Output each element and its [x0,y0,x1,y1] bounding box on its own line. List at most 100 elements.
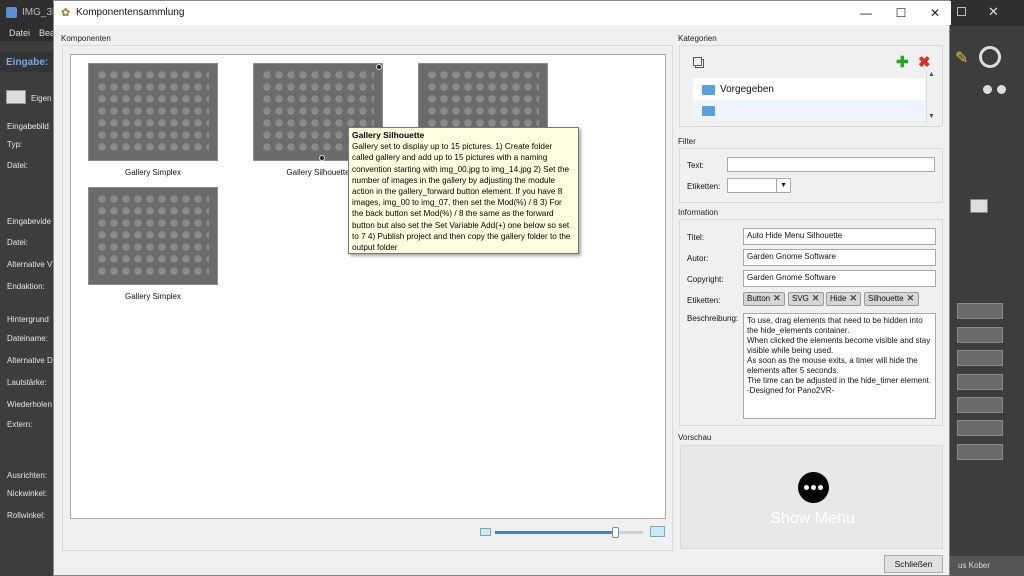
close-button[interactable]: Schließen [884,555,943,573]
bg-label: Alternative V [7,260,53,269]
author-label: Autor: [687,254,709,263]
bg-label: Hintergrund [7,315,49,324]
bg-label: Wiederholen [7,400,52,409]
tag-label: Silhouette [868,294,904,303]
copyright-field[interactable]: Garden Gnome Software [743,270,936,287]
description-label: Beschreibung: [687,314,739,323]
folder-button[interactable] [970,199,988,213]
zoom-slider-fill [495,531,615,534]
tooltip-title: Gallery Silhouette [352,130,425,140]
tag-chip[interactable]: Button ✕ [743,292,786,306]
bg-label: Rollwinkel: [7,511,46,520]
copy-category-icon[interactable] [693,57,702,66]
app-logo-icon: ✿ [61,7,71,19]
bg-button[interactable] [957,374,1003,390]
background-footer: us Kober [950,556,1024,576]
bg-label: Extern: [7,420,33,429]
filter-tags-select[interactable]: ▼ [727,178,791,193]
refresh-icon[interactable] [983,85,992,94]
tag-chip[interactable]: SVG ✕ [788,292,824,306]
title-label: Titel: [687,233,705,242]
bg-label: Nickwinkel: [7,489,48,498]
background-section-title: Eingabe: [6,57,49,68]
bg-label: Datei: [7,161,28,170]
dialog-titlebar[interactable]: ✿ Komponentensammlung — ☐ ✕ [54,1,951,25]
close-circle-icon[interactable] [997,85,1006,94]
information-label: Information [678,208,719,217]
bg-label: Typ: [7,140,23,149]
preview-label: Vorschau [678,433,712,442]
remove-tag-icon[interactable]: ✕ [773,294,781,303]
tag-label: Hide [830,294,847,303]
folder-icon [702,106,715,116]
background-right-panel [950,26,1024,576]
maximize-button[interactable]: ☐ [889,4,913,22]
chevron-down-icon[interactable]: ▼ [776,179,790,192]
properties-icon [6,90,26,104]
author-field[interactable]: Garden Gnome Software [743,249,936,266]
remove-tag-icon[interactable]: ✕ [907,294,915,303]
bg-button[interactable] [957,444,1003,460]
bg-button[interactable] [957,327,1003,343]
minimize-button[interactable]: — [854,4,878,22]
remove-category-icon[interactable]: ✖ [918,53,931,71]
close-window-button[interactable]: ✕ [923,4,947,22]
bg-button[interactable] [957,397,1003,413]
categories-scrollbar[interactable]: ▲ ▼ [926,71,936,123]
component-thumbnail[interactable] [88,63,218,161]
preview-panel: Show Menu [680,445,943,549]
scroll-down-icon[interactable]: ▼ [928,113,935,120]
components-label: Komponenten [61,34,111,43]
zoom-slider[interactable] [495,527,643,538]
description-textarea[interactable]: To use, drag elements that need to be hi… [743,313,936,419]
component-caption: Gallery Simplex [124,168,181,177]
bg-button[interactable] [957,420,1003,436]
component-collection-dialog: ✿ Komponentensammlung — ☐ ✕ Komponenten … [53,0,951,576]
bg-button[interactable] [957,303,1003,319]
pen-icon[interactable]: ✎ [955,48,968,68]
tag-label: SVG [792,294,809,303]
description-line: When clicked the elements become visible… [747,336,931,355]
info-tags-label: Etiketten: [687,296,721,305]
categories-label: Kategorien [678,34,717,43]
menu-dots-icon [798,472,829,503]
components-list[interactable]: Gallery Simplex Gallery Silhouette Galle… [70,54,666,519]
bg-label: Lautstärke: [7,378,47,387]
tag-chip[interactable]: Silhouette ✕ [864,292,919,306]
bg-label: Ausrichten: [7,471,48,480]
zoom-slider-handle[interactable] [611,527,619,538]
menu-datei[interactable]: Datei [9,28,30,38]
tag-label: Button [747,294,771,303]
bg-label: Endaktion: [7,282,45,291]
component-tooltip: Gallery Silhouette Gallery set to displa… [348,127,579,254]
background-footer-text: us Kober [958,561,991,570]
copyright-label: Copyright: [687,275,724,284]
remove-tag-icon[interactable]: ✕ [812,294,820,303]
filter-label: Filter [678,137,696,146]
description-line: -Designed for Pano2VR- [747,386,835,395]
bg-label: Eigen [31,94,52,103]
thumbnail-marker [376,64,382,70]
filter-text-input[interactable] [727,157,935,172]
app-icon [6,7,17,18]
description-line: As soon as the mouse exits, a timer will… [747,356,918,375]
preview-text: Show Menu [770,510,855,527]
zoom-in-icon[interactable] [650,526,665,537]
zoom-out-icon[interactable] [480,528,491,536]
category-item[interactable]: Vorgegeben [720,84,774,95]
remove-tag-icon[interactable]: ✕ [849,294,857,303]
film-reel-icon[interactable] [979,46,1001,68]
bg-label: Dateiname: [7,334,48,343]
scroll-up-icon[interactable]: ▲ [928,71,935,78]
bg-label: Eingabevide [7,217,52,226]
title-field[interactable]: Auto Hide Menu Silhouette [743,228,936,245]
component-thumbnail[interactable] [88,187,218,285]
category-row-selected[interactable] [693,100,925,121]
bg-label: Alternative D [7,356,53,365]
bg-maximize-icon [957,7,966,16]
tag-chip[interactable]: Hide ✕ [826,292,862,306]
add-category-icon[interactable]: ✚ [896,53,909,71]
bg-button[interactable] [957,350,1003,366]
bg-close-icon: ✕ [988,4,999,19]
bg-label: Datei: [7,238,28,247]
